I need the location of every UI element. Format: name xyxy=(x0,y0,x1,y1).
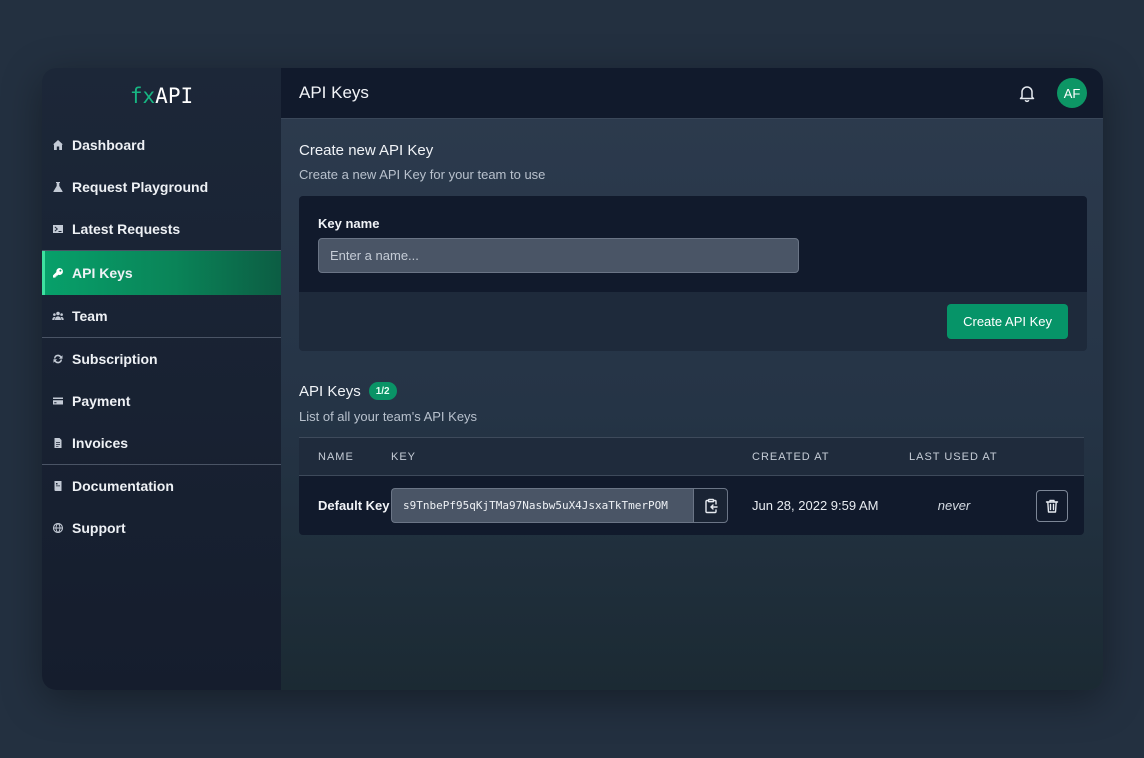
sidebar-item-label: Support xyxy=(72,520,126,536)
credit-card-icon xyxy=(52,395,64,407)
page-title: API Keys xyxy=(299,83,369,102)
copy-key-button[interactable] xyxy=(693,488,728,523)
sidebar-item-team[interactable]: Team xyxy=(42,295,281,337)
logo-prefix: fx xyxy=(129,84,156,108)
document-icon xyxy=(52,437,64,449)
column-header-name: NAME xyxy=(318,450,354,463)
sidebar-nav-help: Documentation Support xyxy=(42,465,281,549)
sidebar-item-label: Team xyxy=(72,308,108,324)
sidebar-nav-team: API Keys Team xyxy=(42,251,281,337)
sidebar-item-api-keys[interactable]: API Keys xyxy=(42,251,281,295)
column-header-key: KEY xyxy=(391,450,417,463)
key-field: s9TnbePf95qKjTMa97Nasbw5uX4JsxaTkTmerPOM xyxy=(391,488,728,523)
flask-icon xyxy=(52,181,64,193)
logo-suffix: API xyxy=(155,84,194,108)
sidebar-item-label: Subscription xyxy=(72,351,158,367)
main-panel: API Keys AF Create new API Key Create a … xyxy=(281,68,1103,690)
key-name-label: Key name xyxy=(318,216,380,231)
api-key-value[interactable]: s9TnbePf95qKjTMa97Nasbw5uX4JsxaTkTmerPOM xyxy=(391,488,693,523)
top-bar: API Keys AF xyxy=(281,68,1103,119)
row-actions xyxy=(1017,489,1084,522)
sidebar-item-label: API Keys xyxy=(72,265,133,281)
created-at-cell: Jun 28, 2022 9:59 AM xyxy=(752,498,879,513)
column-header-created-at: CREATED AT xyxy=(752,450,830,463)
create-section-subtitle: Create a new API Key for your team to us… xyxy=(299,167,546,182)
sidebar-item-label: Latest Requests xyxy=(72,221,181,237)
sidebar-item-dashboard[interactable]: Dashboard xyxy=(42,124,281,166)
refresh-icon xyxy=(52,353,64,365)
app-window: fx API Dashboard Request Playground Lates… xyxy=(42,68,1103,690)
keys-section-title: API Keys xyxy=(299,382,361,400)
table-header: NAME KEY CREATED AT LAST USED AT xyxy=(299,438,1084,476)
key-icon xyxy=(52,267,64,279)
api-keys-table: NAME KEY CREATED AT LAST USED AT Default… xyxy=(299,437,1084,535)
sidebar-item-request-playground[interactable]: Request Playground xyxy=(42,166,281,208)
sidebar-item-invoices[interactable]: Invoices xyxy=(42,422,281,464)
app-logo[interactable]: fx API xyxy=(42,68,281,124)
delete-key-button[interactable] xyxy=(1036,489,1068,522)
sidebar-item-label: Request Playground xyxy=(72,179,209,195)
keys-count-badge: 1/2 xyxy=(368,382,397,400)
create-api-key-button[interactable]: Create API Key xyxy=(947,304,1068,339)
keys-section-subtitle: List of all your team's API Keys xyxy=(299,409,478,424)
sidebar-item-label: Invoices xyxy=(72,435,129,451)
sidebar-item-subscription[interactable]: Subscription xyxy=(42,338,281,380)
key-name-input[interactable] xyxy=(318,238,799,273)
globe-icon xyxy=(52,522,64,534)
key-name-cell: Default Key xyxy=(318,498,390,513)
top-actions: AF xyxy=(1017,78,1087,108)
clipboard-copy-icon xyxy=(704,498,718,513)
last-used-cell: never xyxy=(909,497,1017,515)
create-key-footer: Create API Key xyxy=(299,292,1087,351)
sidebar: fx API Dashboard Request Playground Lates… xyxy=(42,68,281,690)
avatar[interactable]: AF xyxy=(1057,78,1087,108)
sidebar-item-label: Dashboard xyxy=(72,137,146,153)
terminal-icon xyxy=(52,223,64,235)
table-row: Default Key s9TnbePf95qKjTMa97Nasbw5uX4J… xyxy=(299,476,1084,535)
create-key-card: Key name Create API Key xyxy=(299,196,1087,351)
sidebar-item-label: Documentation xyxy=(72,478,174,494)
sidebar-nav-billing: Subscription Payment Invoices xyxy=(42,338,281,464)
create-section-title: Create new API Key xyxy=(299,142,434,159)
book-icon xyxy=(52,480,64,492)
users-icon xyxy=(52,310,64,322)
trash-icon xyxy=(1045,499,1059,513)
notification-bell-icon[interactable] xyxy=(1017,83,1037,103)
content: Create new API Key Create a new API Key … xyxy=(281,119,1103,535)
sidebar-item-documentation[interactable]: Documentation xyxy=(42,465,281,507)
key-cell: s9TnbePf95qKjTMa97Nasbw5uX4JsxaTkTmerPOM xyxy=(391,488,752,523)
column-header-last-used-at: LAST USED AT xyxy=(909,450,998,463)
sidebar-nav: Dashboard Request Playground Latest Requ… xyxy=(42,124,281,250)
sidebar-item-support[interactable]: Support xyxy=(42,507,281,549)
sidebar-item-payment[interactable]: Payment xyxy=(42,380,281,422)
sidebar-item-latest-requests[interactable]: Latest Requests xyxy=(42,208,281,250)
keys-header: API Keys 1/2 xyxy=(299,382,1087,400)
create-key-form: Key name xyxy=(299,196,1087,292)
sidebar-item-label: Payment xyxy=(72,393,131,409)
home-icon xyxy=(52,139,64,151)
last-used-value: never xyxy=(937,497,971,513)
